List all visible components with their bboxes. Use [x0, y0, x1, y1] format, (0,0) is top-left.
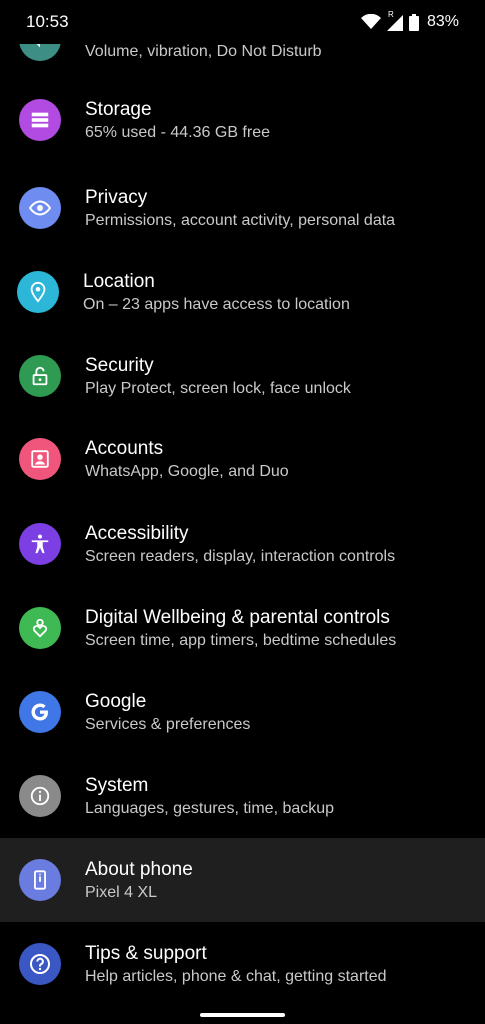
settings-item-google[interactable]: Google Services & preferences	[0, 670, 485, 754]
settings-item-system[interactable]: System Languages, gestures, time, backup	[0, 754, 485, 838]
battery-icon	[408, 13, 419, 31]
help-icon	[19, 943, 61, 985]
location-pin-icon	[17, 271, 59, 313]
status-icons: R 83%	[360, 10, 459, 33]
settings-item-title: Accessibility	[85, 523, 189, 544]
settings-item-subtitle: Screen readers, display, interaction con…	[85, 548, 396, 565]
settings-item-subtitle: On – 23 apps have access to location	[83, 296, 350, 313]
settings-item-subtitle: Play Protect, screen lock, face unlock	[85, 380, 351, 397]
google-icon	[19, 691, 61, 733]
wifi-icon	[360, 14, 381, 30]
gesture-nav-handle[interactable]	[200, 1013, 285, 1017]
signal-icon: R	[386, 10, 403, 31]
settings-item-title: Accounts	[85, 438, 164, 459]
wellbeing-icon	[19, 607, 61, 649]
settings-item-subtitle: Screen time, app timers, bedtime schedul…	[85, 632, 397, 649]
status-time: 10:53	[26, 12, 69, 31]
settings-item-storage[interactable]: Storage 65% used - 44.36 GB free	[0, 78, 485, 162]
settings-item-digital-wellbeing[interactable]: Digital Wellbeing & parental controls Sc…	[0, 586, 485, 670]
settings-item-subtitle: Permissions, account activity, personal …	[85, 212, 396, 229]
storage-icon	[19, 99, 61, 141]
info-icon	[19, 775, 61, 817]
eye-icon	[19, 187, 61, 229]
settings-item-title: Tips & support	[85, 943, 207, 964]
settings-item-title: Security	[85, 355, 154, 376]
accessibility-icon	[19, 523, 61, 565]
status-bar: 10:53 R 83%	[0, 0, 485, 44]
account-box-icon	[19, 438, 61, 480]
settings-item-subtitle: Services & preferences	[85, 716, 251, 733]
settings-item-title: Location	[83, 271, 155, 292]
roaming-badge: R	[387, 10, 394, 19]
settings-item-subtitle: Volume, vibration, Do Not Disturb	[85, 43, 322, 60]
settings-item-subtitle: Help articles, phone & chat, getting sta…	[85, 968, 387, 985]
settings-item-subtitle: 65% used - 44.36 GB free	[85, 124, 270, 141]
settings-item-privacy[interactable]: Privacy Permissions, account activity, p…	[0, 166, 485, 250]
settings-item-title: Privacy	[85, 187, 148, 208]
phone-icon	[19, 859, 61, 901]
settings-item-title: About phone	[85, 859, 193, 880]
settings-item-location[interactable]: Location On – 23 apps have access to loc…	[0, 250, 485, 334]
settings-item-accounts[interactable]: Accounts WhatsApp, Google, and Duo	[0, 417, 485, 501]
settings-item-subtitle: WhatsApp, Google, and Duo	[85, 463, 289, 480]
settings-item-title: Digital Wellbeing & parental controls	[85, 607, 390, 628]
settings-item-title: Google	[85, 691, 147, 712]
settings-item-subtitle: Pixel 4 XL	[85, 884, 158, 901]
settings-item-tips-support[interactable]: Tips & support Help articles, phone & ch…	[0, 922, 485, 1006]
settings-item-subtitle: Languages, gestures, time, backup	[85, 800, 335, 817]
settings-item-title: System	[85, 775, 149, 796]
settings-item-about-phone[interactable]: About phone Pixel 4 XL	[0, 838, 485, 922]
battery-percent: 83%	[426, 13, 459, 30]
lock-icon	[19, 355, 61, 397]
settings-item-security[interactable]: Security Play Protect, screen lock, face…	[0, 334, 485, 418]
settings-item-accessibility[interactable]: Accessibility Screen readers, display, i…	[0, 502, 485, 586]
settings-item-title: Storage	[85, 99, 152, 120]
